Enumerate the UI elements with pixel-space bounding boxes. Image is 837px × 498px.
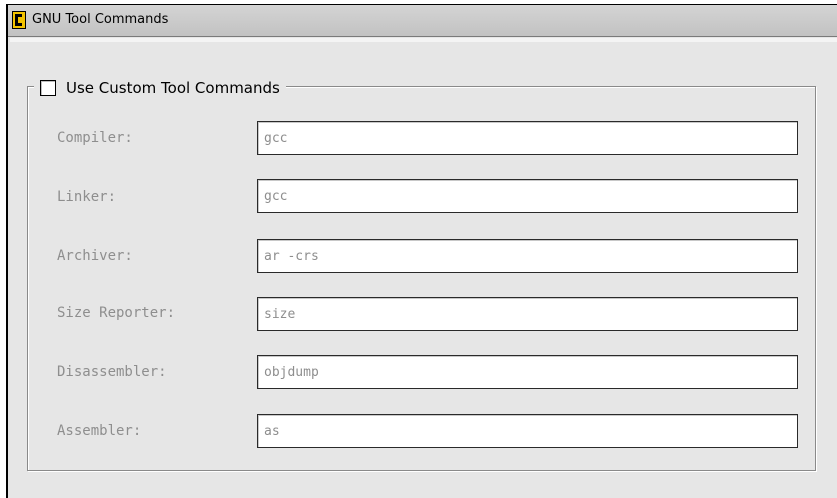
archiver-input[interactable] xyxy=(257,239,798,273)
assembler-label: Assembler: xyxy=(57,423,142,439)
custom-commands-legend: Use Custom Tool Commands xyxy=(34,77,286,99)
linker-input[interactable] xyxy=(257,179,798,213)
linker-label: Linker: xyxy=(57,189,117,205)
title-bar: GNU Tool Commands xyxy=(8,5,837,37)
archiver-label: Archiver: xyxy=(57,248,133,264)
tool-commands-window: GNU Tool Commands Use Custom Tool Comman… xyxy=(6,4,837,498)
disassembler-input[interactable] xyxy=(257,355,798,389)
use-custom-commands-checkbox[interactable] xyxy=(40,80,56,96)
disassembler-label: Disassembler: xyxy=(57,364,167,380)
size-reporter-input[interactable] xyxy=(257,297,798,331)
window-title: GNU Tool Commands xyxy=(32,12,169,27)
use-custom-commands-label[interactable]: Use Custom Tool Commands xyxy=(66,79,280,97)
assembler-input[interactable] xyxy=(257,414,798,448)
gnu-app-icon xyxy=(12,11,26,29)
compiler-label: Compiler: xyxy=(57,130,133,146)
compiler-input[interactable] xyxy=(257,121,798,155)
size-reporter-label: Size Reporter: xyxy=(57,305,176,321)
panel-highlight xyxy=(10,38,837,42)
